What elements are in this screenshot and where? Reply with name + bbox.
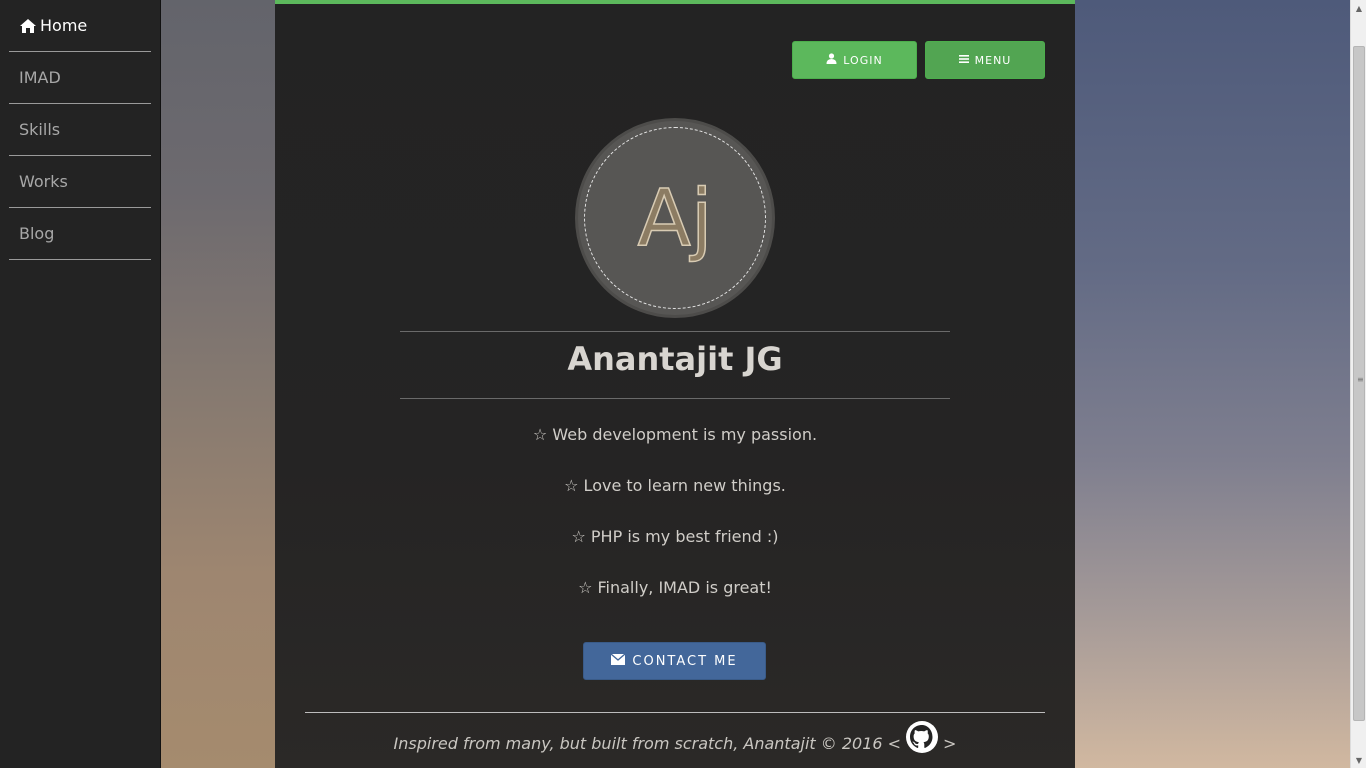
login-label: LOGIN	[843, 53, 883, 67]
bio-line: ☆ PHP is my best friend :)	[571, 527, 779, 546]
bio-line: ☆ Love to learn new things.	[564, 476, 786, 495]
footer-close: >	[943, 733, 957, 753]
hamburger-icon	[958, 53, 969, 67]
menu-button[interactable]: MENU	[925, 41, 1045, 79]
scroll-down-arrow-icon[interactable]: ▼	[1351, 752, 1366, 768]
sidebar-item-skills[interactable]: Skills	[9, 104, 151, 156]
sidebar-item-label: Works	[19, 172, 68, 191]
user-icon	[826, 53, 837, 67]
scroll-up-arrow-icon[interactable]: ▲	[1351, 0, 1366, 16]
sidebar-item-works[interactable]: Works	[9, 156, 151, 208]
envelope-icon	[610, 653, 626, 669]
login-button[interactable]: LOGIN	[792, 41, 917, 79]
github-icon[interactable]	[905, 720, 939, 754]
contact-me-button[interactable]: CONTACT ME	[583, 642, 766, 680]
sidebar-item-label: Blog	[19, 224, 55, 243]
profile-name: Anantajit JG	[567, 340, 783, 378]
footer: Inspired from many, but built from scrat…	[275, 721, 1075, 754]
main-panel: LOGIN MENU Aj Anantajit JG ☆ Web develop…	[275, 0, 1075, 768]
bio-line: ☆ Finally, IMAD is great!	[578, 578, 772, 597]
sidebar-item-label: Skills	[19, 120, 61, 139]
menu-label: MENU	[974, 53, 1012, 67]
sidebar-item-label: IMAD	[19, 68, 61, 87]
sidebar-nav: Home IMAD Skills Works Blog	[0, 0, 161, 768]
footer-text: Inspired from many, but built from scrat…	[393, 733, 902, 753]
avatar: Aj	[575, 118, 775, 318]
sidebar-item-home[interactable]: Home	[9, 0, 151, 52]
divider	[400, 331, 950, 332]
footer-divider	[305, 712, 1045, 713]
sidebar-item-imad[interactable]: IMAD	[9, 52, 151, 104]
svg-text:Aj: Aj	[637, 174, 712, 264]
divider	[400, 398, 950, 399]
home-icon	[20, 18, 36, 33]
background-left	[161, 0, 275, 768]
grip-icon: ≡	[1357, 375, 1364, 384]
avatar-monogram: Aj	[637, 173, 714, 265]
background-right	[1075, 0, 1350, 768]
scrollbar-thumb[interactable]: ≡	[1353, 46, 1365, 721]
contact-label: CONTACT ME	[632, 653, 738, 669]
scrollbar[interactable]: ▲ ≡ ▼	[1350, 0, 1366, 768]
bio-line: ☆ Web development is my passion.	[532, 425, 818, 444]
sidebar-item-label: Home	[40, 16, 88, 35]
sidebar-item-blog[interactable]: Blog	[9, 208, 151, 260]
